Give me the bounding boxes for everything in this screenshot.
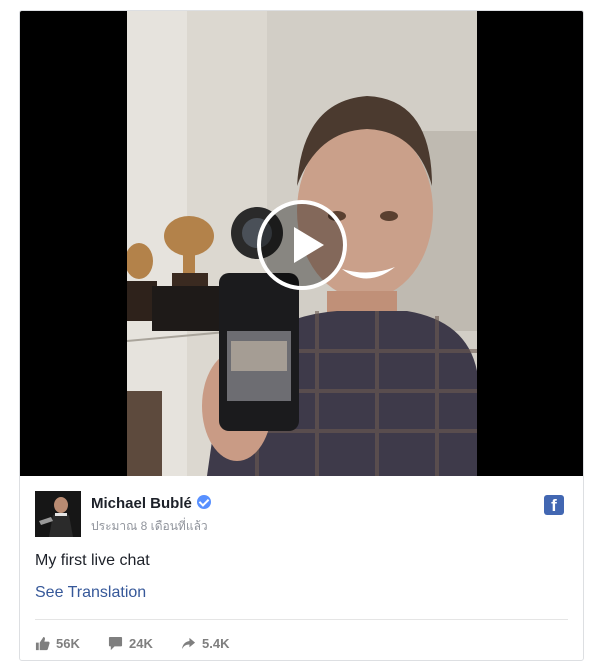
comments-count: 24K: [129, 635, 153, 651]
comments-count-button[interactable]: 24K: [108, 633, 153, 653]
embedded-post-card: Michael Bublé ประมาณ 8 เดือนที่แล้ว f My…: [19, 10, 584, 661]
divider: [35, 619, 568, 620]
author-name-text[interactable]: Michael Bublé: [91, 495, 192, 512]
share-icon: [181, 637, 196, 649]
video-player[interactable]: [20, 11, 583, 476]
post-timestamp[interactable]: ประมาณ 8 เดือนที่แล้ว: [91, 517, 208, 536]
likes-count: 56K: [56, 635, 80, 651]
shares-count: 5.4K: [202, 635, 230, 651]
post-header: Michael Bublé ประมาณ 8 เดือนที่แล้ว: [35, 491, 565, 539]
likes-count-button[interactable]: 56K: [35, 633, 80, 653]
author-name[interactable]: Michael Bublé: [91, 495, 211, 512]
author-avatar[interactable]: [35, 491, 81, 537]
avatar-image: [35, 491, 81, 537]
comment-icon: [108, 636, 123, 650]
play-button[interactable]: [257, 200, 347, 290]
play-icon: [294, 227, 324, 263]
facebook-icon[interactable]: f: [544, 495, 564, 515]
like-icon: [35, 636, 50, 650]
verified-badge-icon: [196, 495, 211, 509]
shares-count-button[interactable]: 5.4K: [181, 633, 229, 653]
post-message: My first live chat: [35, 552, 150, 569]
see-translation-link[interactable]: See Translation: [35, 584, 146, 602]
engagement-bar: 56K 24K 5.4K: [35, 633, 335, 653]
